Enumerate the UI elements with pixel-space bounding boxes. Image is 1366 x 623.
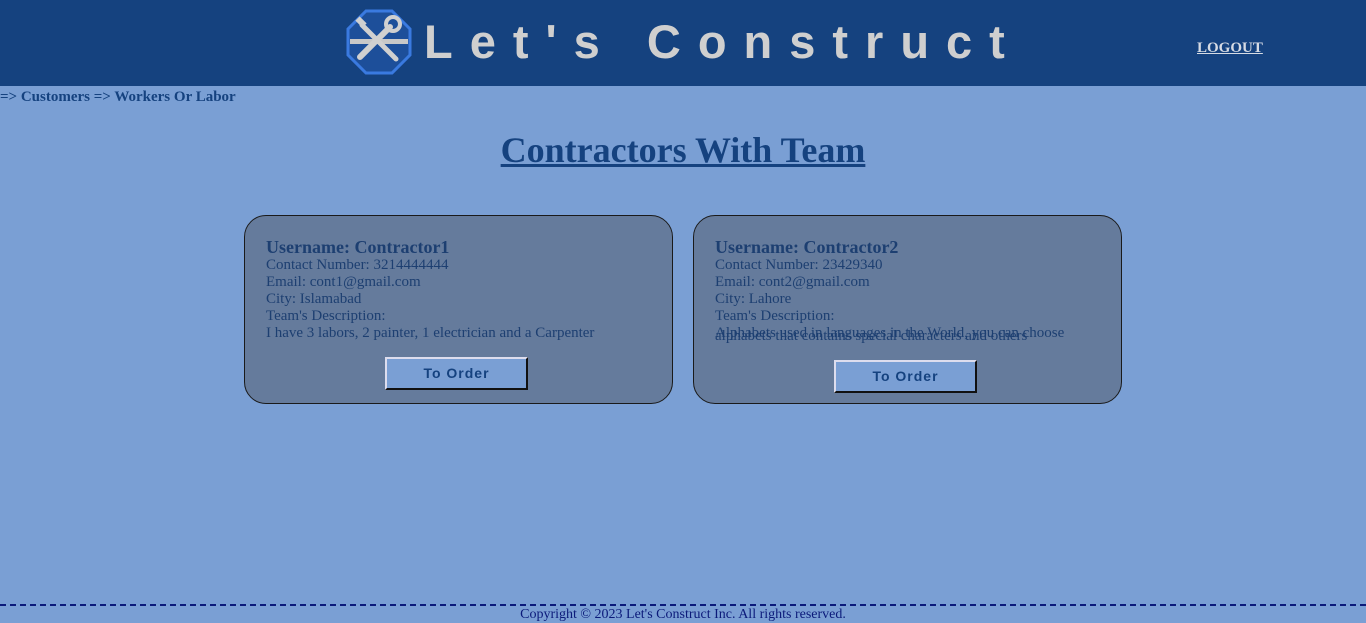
card-city: City: Lahore bbox=[715, 291, 792, 307]
card-desc-label: Team's Description: bbox=[266, 308, 386, 324]
brand-title: Let's Construct bbox=[424, 15, 1022, 68]
contractor-card: Username: Contractor1 Contact Number: 32… bbox=[244, 215, 673, 404]
card-username: Username: Contractor1 bbox=[266, 237, 450, 257]
logout-link[interactable]: LOGOUT bbox=[1197, 40, 1263, 57]
card-username: Username: Contractor2 bbox=[715, 237, 899, 257]
card-contact: Contact Number: 3214444444 bbox=[266, 257, 449, 273]
breadcrumb: => Customers => Workers Or Labor bbox=[0, 89, 236, 105]
to-order-button[interactable]: To Order bbox=[834, 360, 977, 393]
card-city: City: Islamabad bbox=[266, 291, 362, 307]
card-email: Email: cont2@gmail.com bbox=[715, 274, 870, 290]
card-desc-label: Team's Description: bbox=[715, 308, 835, 324]
card-email: Email: cont1@gmail.com bbox=[266, 274, 421, 290]
header-bar: Let's Construct LOGOUT bbox=[0, 0, 1366, 86]
to-order-button[interactable]: To Order bbox=[385, 357, 528, 390]
card-description-line: alphabets that contains special characte… bbox=[715, 328, 1028, 344]
contractor-card: Username: Contractor2 Contact Number: 23… bbox=[693, 215, 1122, 404]
page-title: Contractors With Team bbox=[500, 130, 866, 170]
footer-copyright: Copyright © 2023 Let's Construct Inc. Al… bbox=[0, 604, 1366, 623]
card-contact: Contact Number: 23429340 bbox=[715, 257, 883, 273]
card-description: I have 3 labors, 2 painter, 1 electricia… bbox=[266, 325, 595, 341]
tools-icon bbox=[346, 9, 412, 75]
card-description: Alphabets used in languages in the World… bbox=[715, 325, 1105, 344]
